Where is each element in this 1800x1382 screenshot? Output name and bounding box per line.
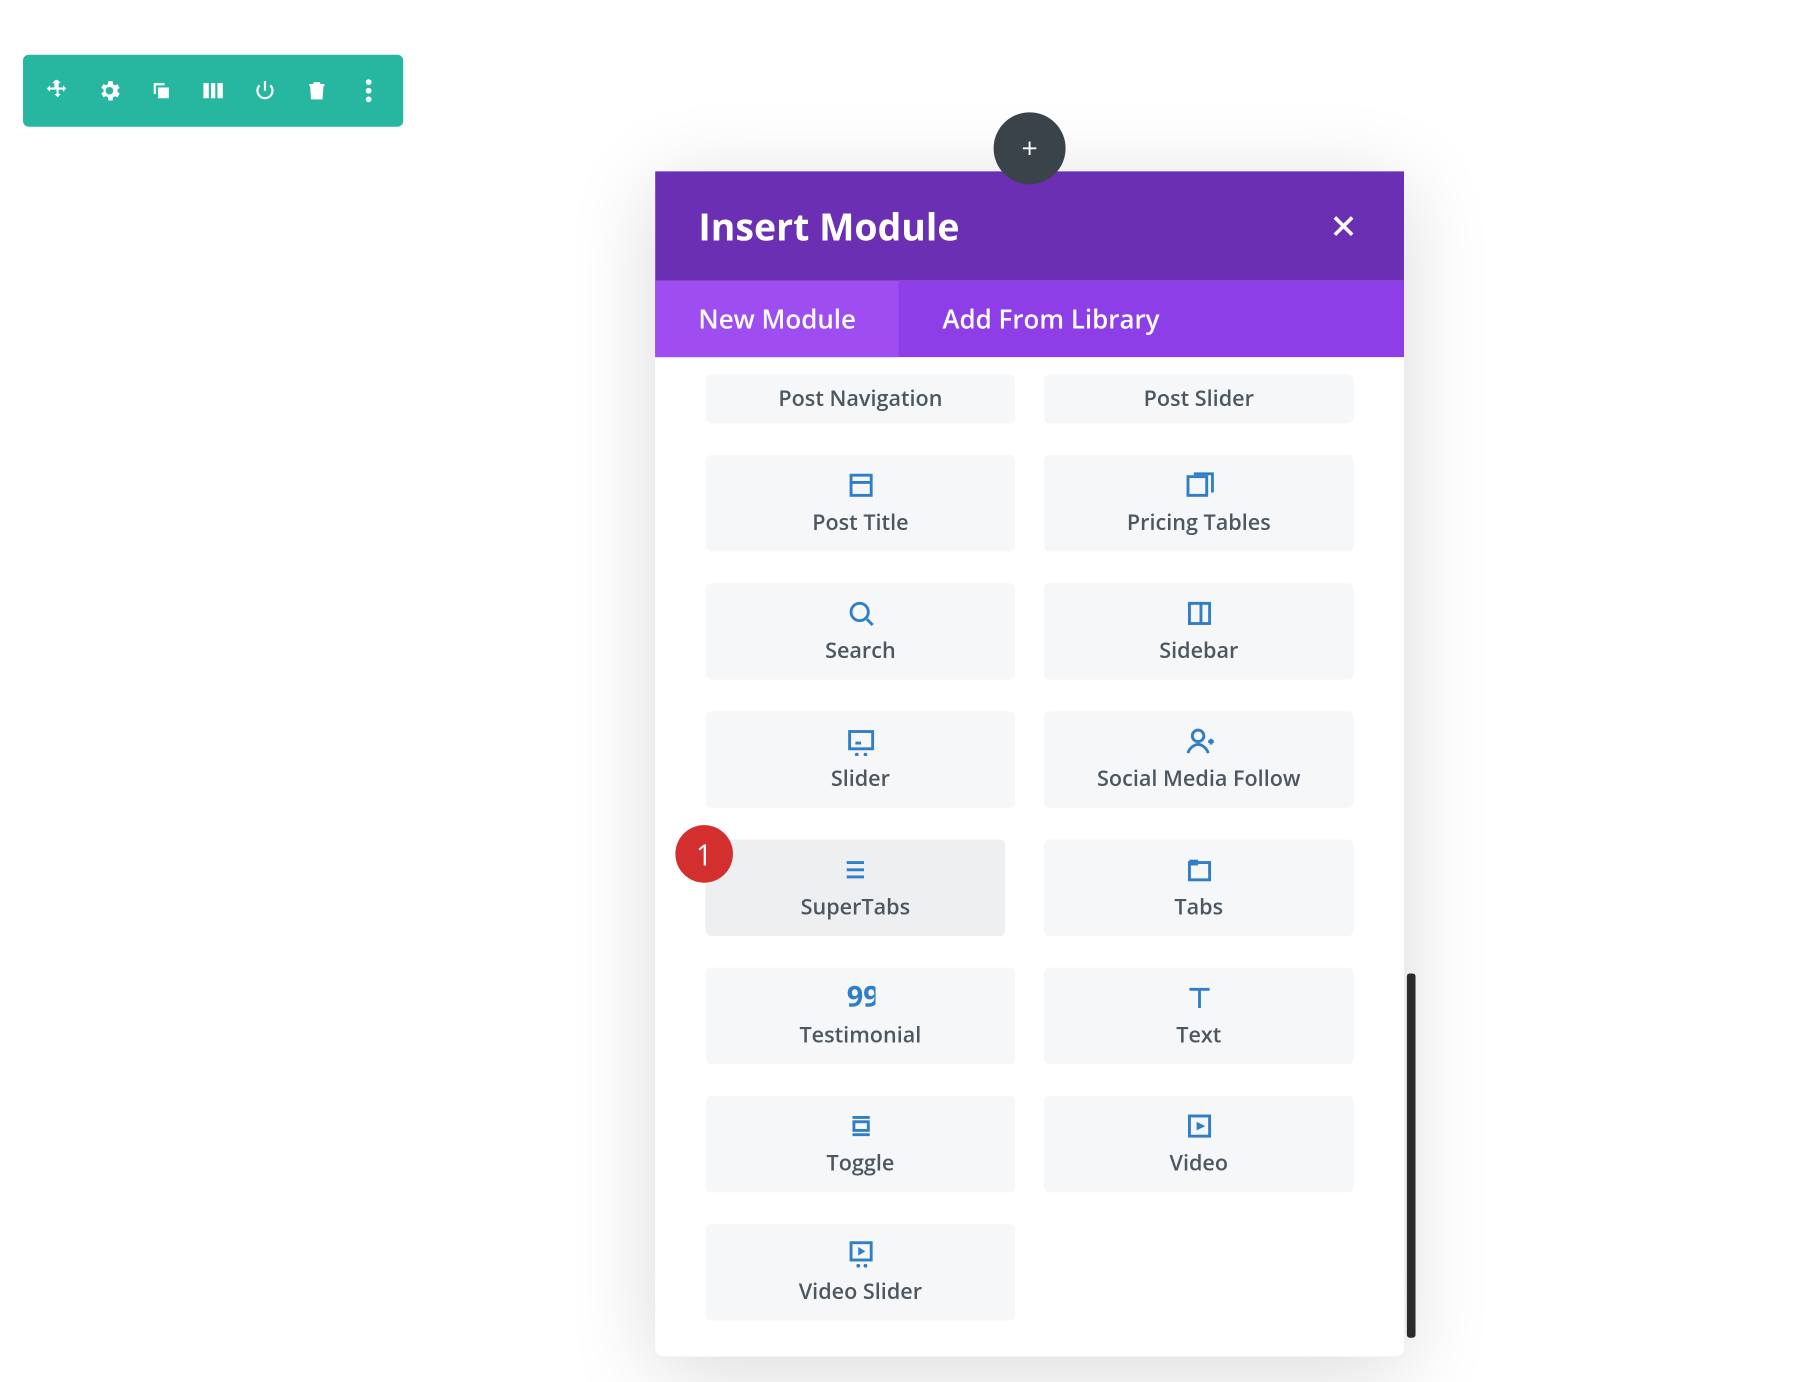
search-icon (846, 598, 875, 627)
module-item-label: Post Title (812, 508, 908, 537)
stack-icon (1184, 470, 1213, 499)
module-item-tabs[interactable]: Tabs (1044, 840, 1354, 936)
move-icon[interactable] (32, 56, 84, 125)
module-item-slider[interactable]: Slider (706, 711, 1016, 807)
modal-body: Post Navigation Post Slider Post Title Pric… (655, 357, 1404, 1356)
module-item-label: Text (1176, 1020, 1221, 1049)
modal-header: Insert Module (655, 171, 1404, 280)
module-item-label: Toggle (826, 1148, 894, 1177)
module-item-label: Post Navigation (778, 384, 942, 413)
module-item-label: Video (1170, 1148, 1229, 1177)
module-item-label: Pricing Tables (1127, 508, 1271, 537)
window-icon (846, 470, 875, 499)
module-item-label: Tabs (1174, 892, 1223, 921)
module-item-video[interactable]: Video (1044, 1096, 1354, 1192)
text-icon (1184, 983, 1213, 1012)
module-item-post-navigation[interactable]: Post Navigation (706, 374, 1016, 423)
tab-new-module[interactable]: New Module (655, 281, 899, 357)
insert-module-modal: Insert Module New Module Add From Librar… (655, 171, 1404, 1356)
module-item-search[interactable]: Search (706, 583, 1016, 679)
scrollbar[interactable] (1407, 973, 1416, 1337)
duplicate-icon[interactable] (135, 56, 187, 125)
person-plus-icon (1184, 726, 1213, 755)
toggle-icon (846, 1111, 875, 1140)
play-slider-icon (846, 1239, 875, 1268)
module-item-social-media-follow[interactable]: Social Media Follow (1044, 711, 1354, 807)
module-item-toggle[interactable]: Toggle (706, 1096, 1016, 1192)
sidebar-icon (1184, 598, 1213, 627)
tab-add-from-library[interactable]: Add From Library (899, 281, 1203, 357)
module-item-label: Testimonial (799, 1020, 921, 1049)
close-icon[interactable] (1326, 209, 1361, 244)
modal-tabs: New Module Add From Library (655, 281, 1404, 357)
module-item-label: Post Slider (1144, 384, 1254, 413)
module-item-video-slider[interactable]: Video Slider (706, 1224, 1016, 1320)
module-item-label: Search (825, 636, 896, 665)
module-item-label: Sidebar (1159, 636, 1238, 665)
module-item-label: SuperTabs (801, 892, 911, 921)
gear-icon[interactable] (84, 56, 136, 125)
quote-icon (846, 983, 875, 1012)
more-icon[interactable] (343, 56, 395, 125)
modal-title: Insert Module (698, 200, 959, 252)
tab-icon (1184, 855, 1213, 884)
power-icon[interactable] (239, 56, 291, 125)
module-item-supertabs[interactable]: SuperTabs (706, 840, 1006, 936)
add-module-button[interactable] (994, 112, 1066, 184)
row-toolbar (23, 55, 403, 127)
module-item-sidebar[interactable]: Sidebar (1044, 583, 1354, 679)
trash-icon[interactable] (291, 56, 343, 125)
module-item-pricing-tables[interactable]: Pricing Tables (1044, 455, 1354, 551)
module-item-testimonial[interactable]: Testimonial (706, 968, 1016, 1064)
columns-icon[interactable] (187, 56, 239, 125)
play-icon (1184, 1111, 1213, 1140)
slider-icon (846, 726, 875, 755)
module-item-label: Video Slider (799, 1277, 922, 1306)
lines-icon (841, 855, 870, 884)
callout-number: 1 (696, 834, 712, 873)
module-item-label: Slider (831, 764, 890, 793)
module-item-text[interactable]: Text (1044, 968, 1354, 1064)
callout-badge-1: 1 (675, 825, 733, 883)
module-item-post-title[interactable]: Post Title (706, 455, 1016, 551)
module-item-label: Social Media Follow (1097, 764, 1300, 793)
module-item-post-slider[interactable]: Post Slider (1044, 374, 1354, 423)
